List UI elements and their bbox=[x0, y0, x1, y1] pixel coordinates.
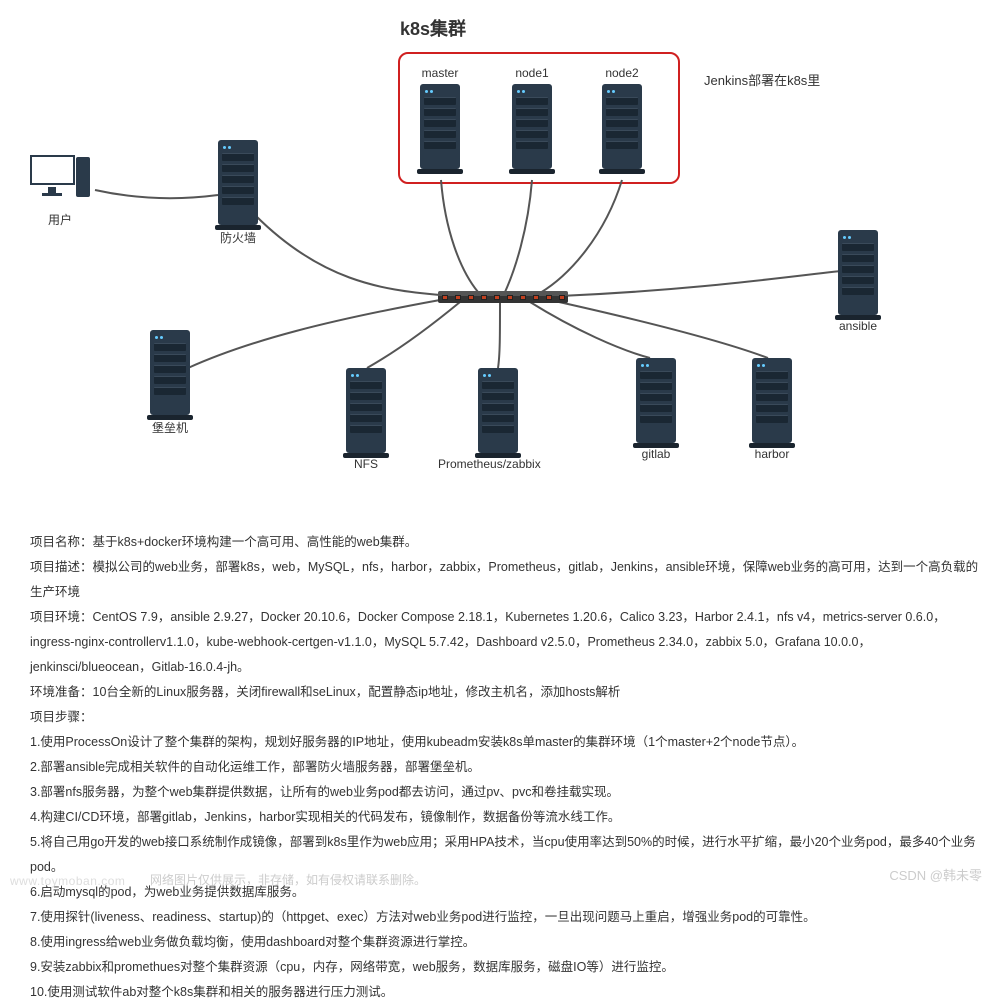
harbor-label: harbor bbox=[752, 447, 792, 461]
step-9: 9.安装zabbix和promethues对整个集群资源（cpu，内存，网络带宽… bbox=[30, 955, 990, 980]
step-2: 2.部署ansible完成相关软件的自动化运维工作，部署防火墙服务器，部署堡垒机… bbox=[30, 755, 990, 780]
network-switch bbox=[438, 291, 568, 303]
step-4: 4.构建CI/CD环境，部署gitlab，Jenkins，harbor实现相关的… bbox=[30, 805, 990, 830]
step-3: 3.部署nfs服务器，为整个web集群提供数据，让所有的web业务pod都去访问… bbox=[30, 780, 990, 805]
node1-label: node1 bbox=[512, 66, 552, 80]
diagram-title: k8s集群 bbox=[400, 15, 466, 41]
server-icon bbox=[752, 358, 792, 443]
user-node: 用户 bbox=[30, 155, 90, 228]
ansible-label: ansible bbox=[838, 319, 878, 333]
step-7: 7.使用探针(liveness、readiness、startup)的（http… bbox=[30, 905, 990, 930]
server-icon bbox=[346, 368, 386, 453]
server-icon bbox=[602, 84, 642, 169]
ansible-node: ansible bbox=[838, 230, 878, 333]
gitlab-label: gitlab bbox=[636, 447, 676, 461]
nfs-node: NFS bbox=[346, 368, 386, 471]
steps-hdr: 项目步骤： bbox=[30, 705, 990, 730]
server-icon bbox=[636, 358, 676, 443]
firewall-label: 防火墙 bbox=[218, 229, 258, 246]
proj-env: 项目环境：CentOS 7.9，ansible 2.9.27，Docker 20… bbox=[30, 605, 990, 680]
promzbx-node: Prometheus/zabbix bbox=[478, 368, 541, 471]
architecture-diagram: k8s集群 Jenkins部署在k8s里 bbox=[0, 0, 1000, 480]
step-8: 8.使用ingress给web业务做负载均衡，使用dashboard对整个集群资… bbox=[30, 930, 990, 955]
bastion-node: 堡垒机 bbox=[150, 330, 190, 436]
proj-name: 项目名称：基于k8s+docker环境构建一个高可用、高性能的web集群。 bbox=[30, 530, 990, 555]
gitlab-node: gitlab bbox=[636, 358, 676, 461]
harbor-node: harbor bbox=[752, 358, 792, 461]
project-description: 项目名称：基于k8s+docker环境构建一个高可用、高性能的web集群。 项目… bbox=[30, 530, 990, 1005]
step-1: 1.使用ProcessOn设计了整个集群的架构，规划好服务器的IP地址，使用ku… bbox=[30, 730, 990, 755]
promzbx-label: Prometheus/zabbix bbox=[438, 457, 541, 471]
bastion-label: 堡垒机 bbox=[150, 419, 190, 436]
nfs-label: NFS bbox=[346, 457, 386, 471]
env-prep: 环境准备：10台全新的Linux服务器，关闭firewall和seLinux，配… bbox=[30, 680, 990, 705]
node2-label: node2 bbox=[602, 66, 642, 80]
server-icon bbox=[512, 84, 552, 169]
node1-node: node1 bbox=[512, 66, 552, 169]
jenkins-note: Jenkins部署在k8s里 bbox=[704, 70, 820, 89]
server-icon bbox=[218, 140, 258, 225]
proj-desc: 项目描述：模拟公司的web业务，部署k8s，web，MySQL，nfs，harb… bbox=[30, 555, 990, 605]
node2-node: node2 bbox=[602, 66, 642, 169]
server-icon bbox=[150, 330, 190, 415]
server-icon bbox=[478, 368, 518, 453]
user-label: 用户 bbox=[30, 211, 90, 228]
step-10: 10.使用测试软件ab对整个k8s集群和相关的服务器进行压力测试。 bbox=[30, 980, 990, 1005]
watermark-center: 网络图片仅供展示，非存储，如有侵权请联系删除。 bbox=[150, 871, 426, 888]
master-label: master bbox=[420, 66, 460, 80]
master-node: master bbox=[420, 66, 460, 169]
watermark-right: CSDN @韩未零 bbox=[889, 865, 982, 884]
server-icon bbox=[420, 84, 460, 169]
server-icon bbox=[838, 230, 878, 315]
pc-icon bbox=[30, 155, 90, 207]
firewall-node: 防火墙 bbox=[218, 140, 258, 246]
watermark-left: www.toymoban.com bbox=[10, 874, 125, 888]
